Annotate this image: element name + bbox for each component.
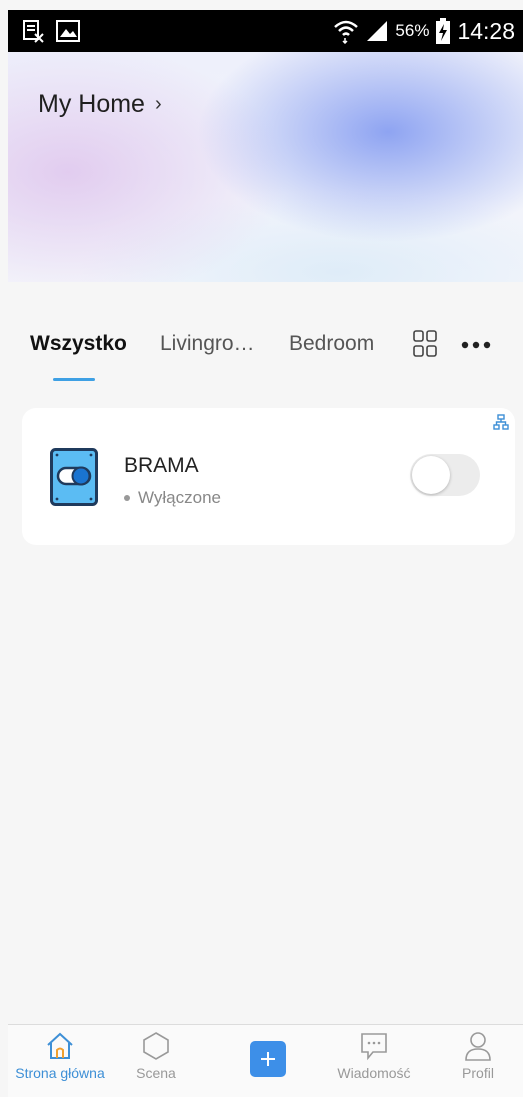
message-icon	[361, 1033, 387, 1061]
battery-charging-icon	[436, 18, 451, 44]
status-dot	[124, 495, 130, 501]
notes-off-icon	[23, 20, 44, 43]
nav-home[interactable]: Strona główna	[12, 1031, 108, 1081]
add-button[interactable]	[250, 1041, 286, 1077]
signal-icon	[367, 21, 388, 41]
grid-view-icon[interactable]	[413, 330, 437, 358]
status-bar: 56% 14:28	[8, 10, 523, 52]
tab-all[interactable]: Wszystko	[30, 332, 127, 356]
status-right: 56% 14:28	[333, 18, 515, 45]
bottom-nav: Strona główna Scena Wiadomość Profil	[8, 1024, 523, 1097]
device-status-label: Wyłączone	[138, 488, 221, 507]
add-icon	[261, 1052, 275, 1066]
tab-indicator	[53, 378, 95, 381]
nav-profile-label: Profil	[462, 1065, 494, 1081]
nav-message-label: Wiadomość	[337, 1065, 411, 1081]
device-name: BRAMA	[124, 454, 199, 477]
nav-home-label: Strona główna	[15, 1065, 105, 1081]
nav-scene-label: Scena	[136, 1065, 176, 1081]
nav-add[interactable]	[248, 1041, 288, 1077]
nav-message[interactable]: Wiadomość	[326, 1031, 422, 1081]
toggle-knob	[412, 456, 450, 494]
switch-device-icon	[50, 448, 98, 506]
room-tabs: Wszystko Livingro… Bedroom	[8, 282, 523, 392]
battery-percent: 56%	[395, 21, 430, 40]
nav-profile[interactable]: Profil	[448, 1031, 508, 1081]
more-options-icon[interactable]	[461, 340, 491, 350]
hexagon-icon	[143, 1032, 169, 1060]
device-card[interactable]: BRAMA Wyłączone	[22, 408, 515, 545]
home-name: My Home	[38, 90, 145, 118]
tab-bedroom[interactable]: Bedroom	[289, 332, 374, 356]
chevron-right-icon: ›	[154, 93, 162, 115]
clock: 14:28	[457, 17, 515, 44]
device-power-toggle[interactable]	[410, 454, 480, 496]
image-icon	[56, 20, 80, 42]
nav-scene[interactable]: Scena	[126, 1031, 186, 1081]
status-left	[22, 19, 80, 43]
tab-livingroom[interactable]: Livingro…	[160, 332, 255, 356]
home-selector[interactable]: My Home ›	[38, 90, 162, 119]
wifi-icon	[334, 20, 359, 44]
profile-icon	[465, 1032, 491, 1061]
home-icon	[47, 1032, 73, 1059]
device-status: Wyłączone	[124, 488, 221, 508]
home-header: My Home ›	[8, 52, 523, 282]
network-icon	[493, 414, 509, 430]
